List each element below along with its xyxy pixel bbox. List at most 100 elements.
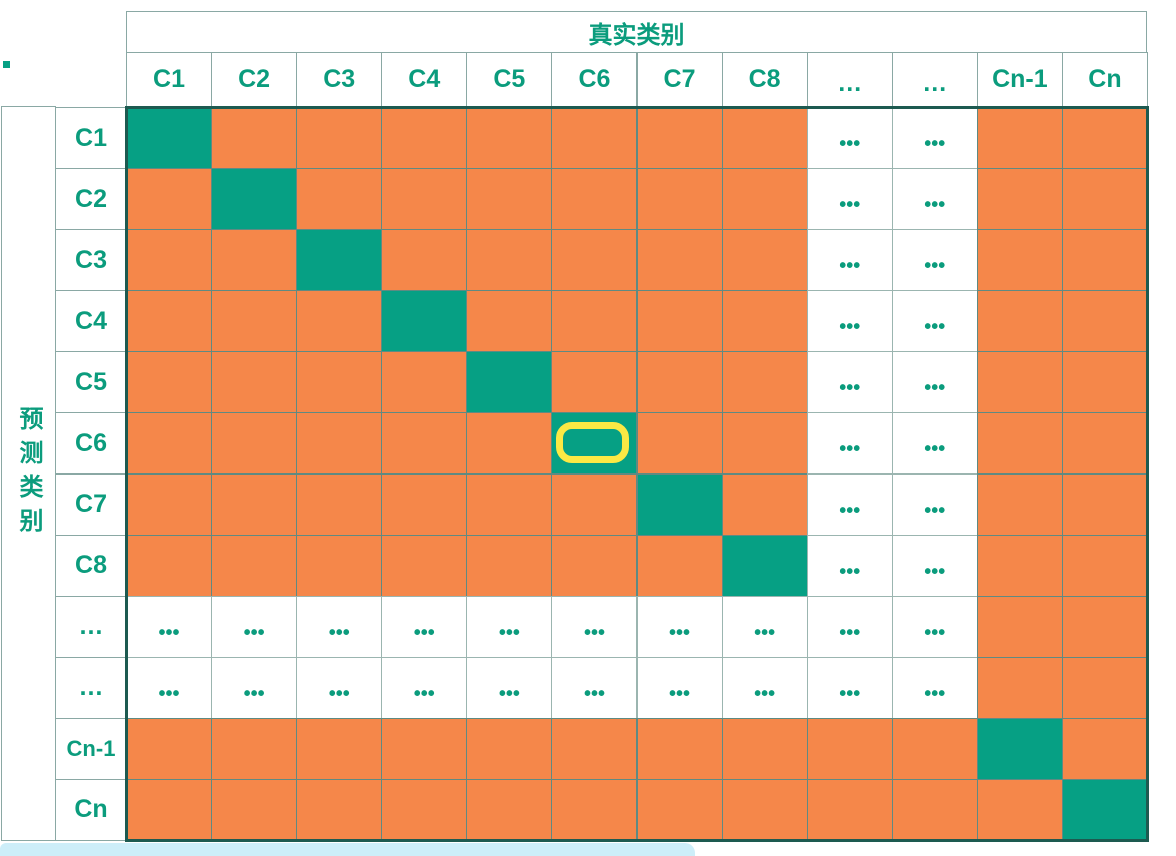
matrix-cell-incorrect [1061,229,1148,292]
matrix-cell-incorrect [721,107,808,170]
matrix-cell-incorrect [976,534,1063,597]
matrix-cell-incorrect [381,717,468,780]
matrix-cell-ellipsis: ••• [126,595,213,658]
matrix-cell-incorrect [891,717,978,780]
matrix-cell-ellipsis: ••• [211,595,298,658]
matrix-cell-incorrect [381,351,468,414]
bottom-wave-decoration [0,843,695,856]
matrix-cell-ellipsis: ••• [806,473,893,536]
matrix-cell-incorrect [1061,351,1148,414]
matrix-cell-incorrect [976,229,1063,292]
matrix-cell-incorrect [636,168,723,231]
pred-class-title-cell: 预测类别 [1,106,56,841]
matrix-cell-ellipsis: ••• [891,351,978,414]
row-header: C7 [55,473,127,536]
matrix-cell-incorrect [466,534,553,597]
matrix-cell-incorrect [296,412,383,475]
bullet-marker [3,61,10,68]
row-header: Cn-1 [55,717,127,780]
matrix-cell-ellipsis: ••• [891,534,978,597]
matrix-cell-incorrect [551,168,638,231]
matrix-cell-incorrect [1061,534,1148,597]
matrix-cell-incorrect [211,473,298,536]
row-header: C6 [55,412,127,475]
matrix-cell-incorrect [296,168,383,231]
matrix-cell-ellipsis: ••• [891,168,978,231]
true-class-title: 真实类别 [126,11,1147,53]
matrix-cell-ellipsis: ••• [806,107,893,170]
matrix-cell-incorrect [126,778,213,841]
matrix-cell-ellipsis: ••• [891,290,978,353]
matrix-cell-incorrect [636,412,723,475]
matrix-cell-incorrect [806,778,893,841]
matrix-cell-incorrect [466,290,553,353]
matrix-cell-incorrect [466,717,553,780]
matrix-cell-incorrect [466,229,553,292]
matrix-cell-incorrect [126,473,213,536]
matrix-cell-incorrect [551,534,638,597]
matrix-cell-incorrect [1061,290,1148,353]
matrix-cell-incorrect [211,290,298,353]
column-header: Cn-1 [976,52,1063,107]
matrix-cell-incorrect [551,717,638,780]
row-header: C5 [55,351,127,414]
matrix-cell-incorrect [721,473,808,536]
matrix-cell-incorrect [381,229,468,292]
matrix-cell-incorrect [296,107,383,170]
matrix-cell-ellipsis: ••• [891,107,978,170]
matrix-cell-ellipsis: ••• [466,656,553,719]
matrix-cell-incorrect [976,778,1063,841]
column-header: C7 [636,52,723,107]
matrix-cell-incorrect [636,229,723,292]
matrix-cell-incorrect [1061,473,1148,536]
matrix-cell-ellipsis: ••• [806,595,893,658]
matrix-cell-incorrect [891,778,978,841]
matrix-cell-incorrect [551,107,638,170]
matrix-cell-incorrect [976,168,1063,231]
matrix-cell-incorrect [976,656,1063,719]
matrix-cell-incorrect [296,351,383,414]
row-header: C3 [55,229,127,292]
matrix-cell-incorrect [636,290,723,353]
matrix-cell-incorrect [296,717,383,780]
matrix-cell-incorrect [296,473,383,536]
matrix-cell-incorrect [976,473,1063,536]
matrix-cell-incorrect [551,778,638,841]
matrix-cell-incorrect [976,290,1063,353]
matrix-cell-incorrect [636,717,723,780]
matrix-cell-incorrect [976,107,1063,170]
matrix-cell-incorrect [976,412,1063,475]
pred-class-title: 预测类别 [15,405,42,542]
matrix-cell-incorrect [126,412,213,475]
matrix-cell-incorrect [296,534,383,597]
matrix-cell-incorrect [636,778,723,841]
matrix-cell-incorrect [721,412,808,475]
matrix-cell-incorrect [976,595,1063,658]
matrix-cell-incorrect [466,168,553,231]
matrix-cell-incorrect [381,778,468,841]
matrix-cell-incorrect [126,168,213,231]
matrix-cell-incorrect [211,107,298,170]
matrix-cell-incorrect [211,778,298,841]
matrix-cell-ellipsis: ••• [721,656,808,719]
matrix-cell-ellipsis: ••• [806,351,893,414]
matrix-cell-ellipsis: ••• [806,412,893,475]
row-header: C2 [55,168,127,231]
matrix-cell-incorrect [296,778,383,841]
matrix-cell-ellipsis: ••• [891,412,978,475]
matrix-cell-ellipsis: ••• [636,656,723,719]
matrix-cell-incorrect [126,229,213,292]
matrix-cell-incorrect [721,351,808,414]
column-header: C4 [381,52,468,107]
matrix-cell-incorrect [126,717,213,780]
matrix-cell-incorrect [721,290,808,353]
matrix-cell-correct [296,229,383,292]
column-header: … [891,52,978,107]
column-header: C5 [466,52,553,107]
matrix-cell-ellipsis: ••• [551,595,638,658]
matrix-cell-incorrect [381,107,468,170]
matrix-cell-incorrect [126,290,213,353]
matrix-cell-incorrect [551,290,638,353]
matrix-cell-correct [636,473,723,536]
column-header: … [806,52,893,107]
